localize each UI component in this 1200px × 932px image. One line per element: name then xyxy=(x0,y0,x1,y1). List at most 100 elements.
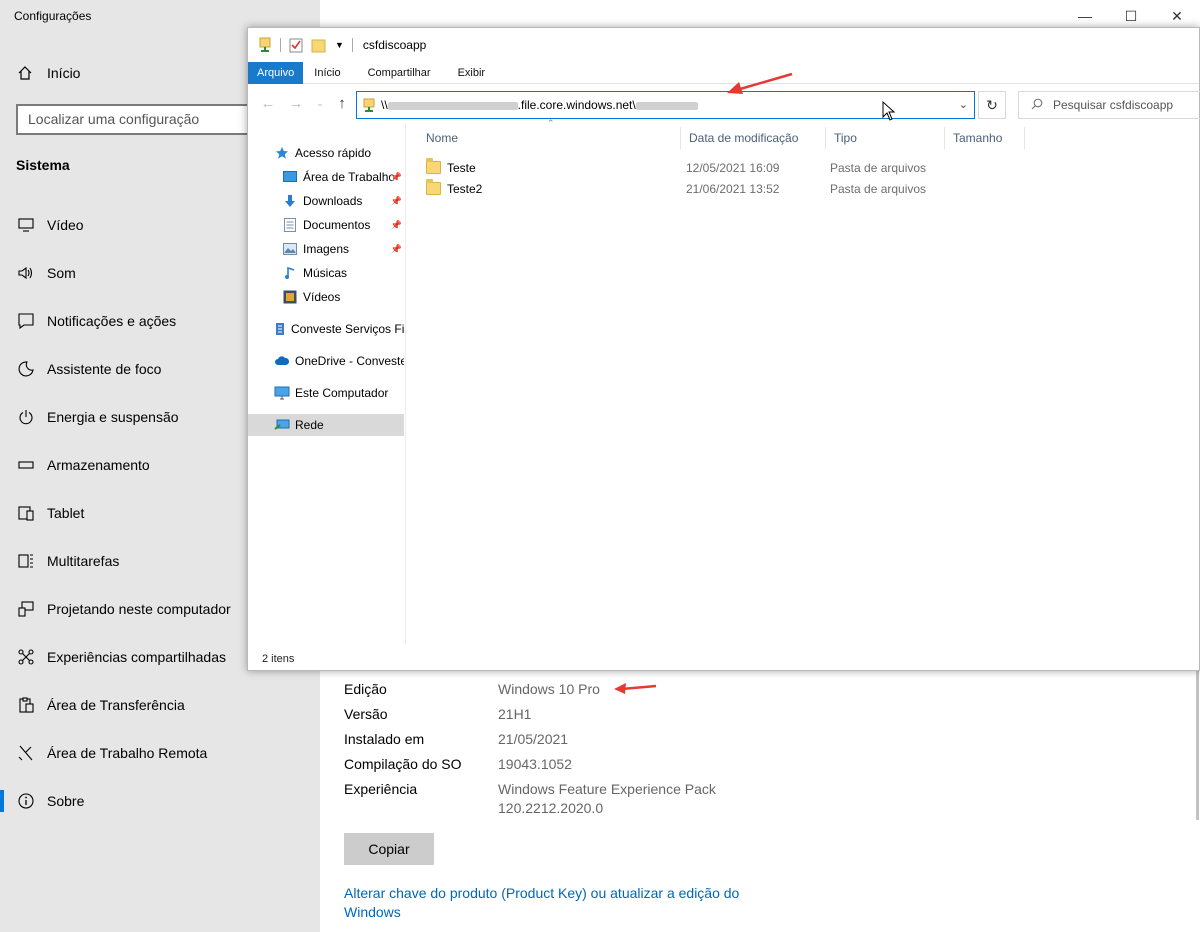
file-name: Teste2 xyxy=(426,179,483,196)
chevron-down-icon[interactable]: ⌄ xyxy=(959,98,968,111)
home-label: Início xyxy=(47,65,81,81)
recent-locations-icon[interactable]: ⌄ xyxy=(312,98,328,109)
speaker-icon xyxy=(16,263,36,283)
tree-label: Downloads xyxy=(303,194,363,208)
network-drive-icon xyxy=(258,37,272,53)
tree-item-videos[interactable]: Vídeos xyxy=(282,286,404,308)
file-date: 21/06/2021 13:52 xyxy=(686,181,780,196)
new-folder-icon[interactable] xyxy=(311,37,327,53)
redacted-text xyxy=(387,101,518,110)
spec-label: Experiência xyxy=(344,781,418,797)
folder-icon xyxy=(426,179,441,195)
column-header-date[interactable]: Data de modificação xyxy=(681,127,826,149)
tablet-icon xyxy=(16,503,36,523)
project-icon xyxy=(16,599,36,619)
tab-home[interactable]: Início xyxy=(303,62,351,84)
tree-item-quick-access[interactable]: Acesso rápido xyxy=(274,142,404,164)
nav-item-clipboard[interactable]: Área de Transferência xyxy=(0,681,320,729)
windows-specs: Edição Windows 10 Pro Versão 21H1 Instal… xyxy=(344,680,758,824)
redacted-text xyxy=(635,101,698,110)
spec-value: 19043.1052 xyxy=(498,756,572,772)
address-path: \\ .file.core.windows.net\ xyxy=(381,98,698,112)
tab-file[interactable]: Arquivo xyxy=(248,62,304,84)
scrollbar[interactable] xyxy=(1196,670,1199,820)
up-arrow-icon[interactable]: ↑ xyxy=(334,95,350,112)
spec-row: Versão 21H1 xyxy=(344,705,758,724)
column-header-type[interactable]: Tipo xyxy=(826,127,945,149)
annotation-arrow-icon xyxy=(727,72,793,94)
forward-arrow-icon[interactable]: → xyxy=(288,95,304,112)
pin-icon: 📌 xyxy=(390,243,402,254)
tree-item-pictures[interactable]: Imagens 📌 xyxy=(282,238,404,260)
file-date: 12/05/2021 16:09 xyxy=(686,160,780,175)
explorer-titlebar: ▼ csfdiscoapp xyxy=(248,28,1199,62)
tree-item-company[interactable]: Conveste Serviços Fir xyxy=(274,318,404,340)
file-row[interactable]: Teste 12/05/2021 16:09 Pasta de arquivos xyxy=(418,157,938,178)
pin-icon: 📌 xyxy=(390,219,402,230)
nav-label: Tablet xyxy=(47,505,85,521)
file-name-text: Teste2 xyxy=(447,181,483,196)
download-icon xyxy=(282,193,298,209)
monitor-icon xyxy=(16,215,36,235)
address-prefix: \\ xyxy=(381,98,388,112)
document-icon xyxy=(282,217,298,233)
pictures-icon xyxy=(282,241,298,257)
properties-icon[interactable] xyxy=(289,37,303,53)
customize-toolbar-icon[interactable]: ▼ xyxy=(335,40,344,50)
moon-icon xyxy=(16,359,36,379)
tree-label: OneDrive - Conveste xyxy=(295,354,404,368)
network-drive-icon xyxy=(363,98,375,112)
status-bar-count: 2 itens xyxy=(262,653,295,665)
desktop-icon xyxy=(282,169,298,185)
column-header-size[interactable]: Tamanho xyxy=(945,127,1025,149)
building-icon xyxy=(274,321,286,337)
section-title: Sistema xyxy=(16,157,70,173)
back-arrow-icon[interactable]: ← xyxy=(260,95,276,112)
nav-item-about[interactable]: Sobre xyxy=(0,777,320,825)
tree-item-desktop[interactable]: Área de Trabalho 📌 xyxy=(282,166,404,188)
power-icon xyxy=(16,407,36,427)
computer-icon xyxy=(274,385,290,401)
tree-item-documents[interactable]: Documentos 📌 xyxy=(282,214,404,236)
settings-search-input[interactable]: Localizar uma configuração xyxy=(16,104,252,135)
tab-view[interactable]: Exibir xyxy=(447,62,497,84)
spec-row: Instalado em 21/05/2021 xyxy=(344,730,758,749)
home-link[interactable]: Início xyxy=(14,62,80,84)
tree-item-this-pc[interactable]: Este Computador xyxy=(274,382,404,404)
file-name-text: Teste xyxy=(447,160,476,175)
mouse-cursor-icon xyxy=(882,101,896,121)
refresh-icon[interactable]: ↻ xyxy=(978,91,1006,119)
divider xyxy=(351,38,353,52)
tree-item-music[interactable]: Músicas xyxy=(282,262,404,284)
tree-label: Imagens xyxy=(303,242,350,256)
nav-label: Experiências compartilhadas xyxy=(47,649,226,665)
spec-value: 21/05/2021 xyxy=(498,731,569,747)
home-icon xyxy=(14,65,36,81)
storage-icon xyxy=(16,455,36,475)
product-key-link[interactable]: Alterar chave do produto (Product Key) o… xyxy=(344,884,764,922)
nav-item-remote[interactable]: Área de Trabalho Remota xyxy=(0,729,320,777)
address-visible: .file.core.windows.net\ xyxy=(517,98,636,112)
network-icon xyxy=(274,417,290,433)
copy-button[interactable]: Copiar xyxy=(344,833,434,865)
tab-share[interactable]: Compartilhar xyxy=(352,62,447,84)
remote-icon xyxy=(16,743,36,763)
clipboard-icon xyxy=(16,695,36,715)
search-icon xyxy=(1031,98,1043,113)
settings-title: Configurações xyxy=(14,9,92,23)
tree-item-network[interactable]: Rede xyxy=(248,414,404,436)
tree-label: Área de Trabalho xyxy=(303,170,396,184)
tree-item-downloads[interactable]: Downloads 📌 xyxy=(282,190,404,212)
file-row[interactable]: Teste2 21/06/2021 13:52 Pasta de arquivo… xyxy=(418,178,938,199)
nav-label: Área de Trabalho Remota xyxy=(47,745,208,761)
divider xyxy=(280,38,281,52)
tree-label: Vídeos xyxy=(303,290,341,304)
tree-item-onedrive[interactable]: OneDrive - Conveste xyxy=(274,350,404,372)
spec-row: Compilação do SO 19043.1052 xyxy=(344,755,758,774)
cloud-icon xyxy=(274,353,290,369)
folder-icon xyxy=(426,158,441,174)
explorer-search-input[interactable]: Pesquisar csfdiscoapp xyxy=(1018,91,1200,119)
column-header-name[interactable]: Nome xyxy=(418,127,681,149)
file-type: Pasta de arquivos xyxy=(830,181,927,196)
pin-icon: 📌 xyxy=(390,171,402,182)
